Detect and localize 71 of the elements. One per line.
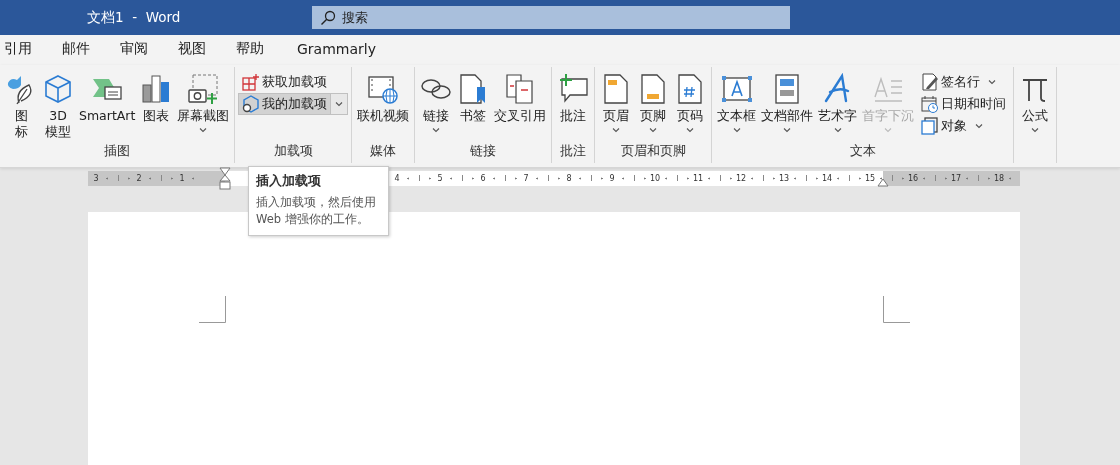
- ribbon-button[interactable]: 获取加载项: [238, 71, 332, 93]
- group-label: 链接: [469, 143, 498, 160]
- search-icon: [320, 9, 336, 26]
- window-icon: [921, 117, 940, 135]
- ruler-number: 9: [609, 174, 615, 183]
- ribbon-button[interactable]: 3D 模型: [40, 71, 76, 142]
- ruler-number: 17: [950, 174, 962, 183]
- group-label: 加载项: [272, 143, 314, 160]
- hexagon-icon: [242, 95, 261, 113]
- signature-icon: [921, 73, 940, 91]
- group-label: 媒体: [369, 143, 398, 160]
- margin-corner-icon: [199, 296, 226, 323]
- ruler-number: 8: [566, 174, 572, 183]
- ribbon-button[interactable]: 书签: [455, 71, 492, 126]
- ribbon-button[interactable]: 交叉引用: [492, 71, 549, 126]
- text-box-icon: [720, 73, 753, 105]
- ribbon-button[interactable]: 公式: [1017, 71, 1054, 135]
- ruler-number: 16: [907, 174, 919, 183]
- calendar-clock-icon: [921, 95, 940, 113]
- ribbon-button[interactable]: 文本框: [715, 71, 759, 135]
- ribbon-button[interactable]: 批注: [555, 71, 592, 126]
- ribbon-tab[interactable]: 引用: [4, 35, 62, 65]
- tooltip-title: 插入加载项: [256, 173, 322, 190]
- group-label: 插图: [103, 143, 132, 160]
- ribbon-button[interactable]: 我的加载项: [238, 93, 332, 115]
- ruler-number: 12: [735, 174, 747, 183]
- ruler-number: 7: [523, 174, 529, 183]
- group-label: 批注: [559, 143, 588, 160]
- tooltip-text: 插入加载项，然后使用 Web 增强你的工作。: [256, 194, 377, 228]
- ruler-number: 14: [821, 174, 833, 183]
- ribbon-button[interactable]: 页码: [672, 71, 709, 135]
- ribbon-button[interactable]: 页眉: [598, 71, 635, 135]
- margin-corner-icon: [883, 296, 910, 323]
- group-label: 页眉和页脚: [619, 143, 687, 160]
- ribbon-button[interactable]: 屏幕截图: [175, 71, 232, 135]
- ribbon-button[interactable]: 图表: [138, 71, 175, 126]
- ribbon-tab[interactable]: Grammarly: [297, 35, 406, 65]
- cube-icon: [42, 73, 74, 105]
- ruler-number: 10: [649, 174, 661, 183]
- ribbon-button[interactable]: 日期和时间: [917, 93, 1011, 115]
- window-title: 文档1 - Word: [87, 8, 182, 27]
- ribbon-button[interactable]: 页脚: [635, 71, 672, 135]
- ribbon-tab[interactable]: 帮助: [236, 35, 297, 65]
- ruler-number: 13: [778, 174, 790, 183]
- film-globe-icon: [367, 73, 400, 105]
- ribbon-button[interactable]: 链接: [418, 71, 455, 135]
- ribbon-button[interactable]: 签名行: [917, 71, 1001, 93]
- ribbon-button[interactable]: 联机视频: [355, 71, 412, 126]
- grid-plus-icon: [242, 73, 261, 91]
- ruler-number: 18: [993, 174, 1005, 183]
- ribbon-tab[interactable]: 审阅: [120, 35, 178, 65]
- ruler-number: 2: [136, 174, 142, 183]
- ribbon-button[interactable]: 艺术字: [816, 71, 860, 135]
- ribbon-button[interactable]: 图 标: [3, 71, 39, 142]
- group-label: 文本: [848, 143, 877, 160]
- ruler-number: 6: [480, 174, 486, 183]
- ribbon-button[interactable]: SmartArt: [77, 71, 138, 126]
- ribbon-button[interactable]: 文档部件: [759, 71, 816, 135]
- ribbon-tab[interactable]: 视图: [178, 35, 236, 65]
- ribbon-tab[interactable]: 邮件: [62, 35, 120, 65]
- ruler-number: 4: [394, 174, 400, 183]
- search-field[interactable]: 搜索: [312, 6, 790, 29]
- ruler-number: 11: [692, 174, 704, 183]
- dropdown-button[interactable]: [331, 93, 349, 115]
- ruler-number: 5: [437, 174, 443, 183]
- camera-icon: [187, 73, 220, 105]
- ruler-number: 1: [179, 174, 185, 183]
- ruler-number: 3: [93, 174, 99, 183]
- ribbon-button[interactable]: 对象: [917, 115, 988, 137]
- ruler-number: 15: [864, 174, 876, 183]
- comment-icon: [557, 73, 590, 105]
